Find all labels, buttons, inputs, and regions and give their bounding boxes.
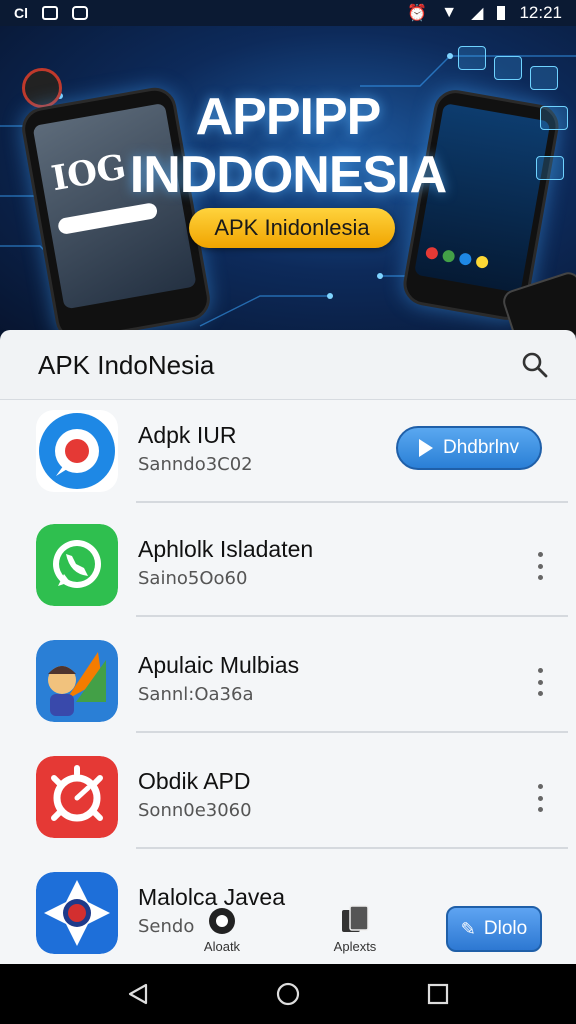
system-navigation-bar bbox=[0, 964, 576, 1024]
app-name: Apulaic Mulbias bbox=[138, 652, 300, 678]
compass-icon bbox=[209, 908, 235, 934]
download-button[interactable]: Dhdbrlnv bbox=[396, 426, 542, 470]
divider bbox=[136, 615, 568, 617]
notification-icon: Cl bbox=[14, 5, 28, 21]
app-tile-icon bbox=[494, 56, 522, 80]
bottom-nav-label: Aplexts bbox=[333, 939, 377, 954]
bottom-nav-label: Aloatk bbox=[203, 939, 241, 954]
app-header: APK IndoNesia bbox=[0, 330, 576, 400]
list-item[interactable]: Apulaic Mulbias Sannl:Oa36a bbox=[0, 630, 576, 733]
status-bar: Cl ⏰ ▼ ◢ 12:21 bbox=[0, 0, 576, 26]
search-icon[interactable] bbox=[520, 350, 550, 380]
more-options-icon[interactable] bbox=[534, 668, 546, 696]
app-list: Adpk IUR Sanndo3C02 Dhdbrlnv Aphlolk Isl… bbox=[0, 400, 576, 964]
list-item[interactable]: Obdik APD Sonn0e3060 bbox=[0, 746, 576, 849]
gear-target-icon bbox=[36, 756, 118, 838]
app-name: Aphlolk Isladaten bbox=[138, 536, 314, 562]
app-tile-icon bbox=[530, 66, 558, 90]
star-lens-icon bbox=[36, 872, 118, 954]
play-icon bbox=[418, 439, 433, 457]
list-item[interactable]: Aphlolk Isladaten Saino5Oo60 bbox=[0, 514, 576, 617]
signal-icon: ◢ bbox=[471, 5, 484, 22]
download-button-label: Dhdbrlnv bbox=[442, 437, 520, 458]
more-options-icon[interactable] bbox=[534, 784, 546, 812]
back-icon[interactable] bbox=[126, 982, 150, 1006]
camera-notification-icon bbox=[72, 6, 88, 20]
banner-title-line1: APPIPP bbox=[195, 88, 382, 146]
app-subtitle: Sanndo3C02 bbox=[138, 454, 253, 475]
pen-icon: ✎ bbox=[460, 918, 476, 939]
avatar-arrow-icon bbox=[36, 640, 118, 722]
browser-compass-icon bbox=[36, 410, 118, 492]
status-time: 12:21 bbox=[519, 3, 562, 22]
app-subtitle: Sonn0e3060 bbox=[138, 800, 252, 821]
phone-chat-icon bbox=[36, 524, 118, 606]
home-icon[interactable] bbox=[276, 982, 300, 1006]
app-subtitle: Saino5Oo60 bbox=[138, 568, 248, 589]
app-tile-icon bbox=[458, 46, 486, 70]
app-subtitle: Sannl:Oa36a bbox=[138, 684, 254, 705]
files-icon bbox=[342, 905, 369, 932]
page-title: APK IndoNesia bbox=[38, 350, 215, 380]
alarm-icon: ⏰ bbox=[407, 5, 428, 22]
app-subtitle: Sendo bbox=[138, 916, 195, 937]
app-name: Adpk IUR bbox=[138, 422, 237, 448]
action-fab-button[interactable]: ✎ Dlolo bbox=[446, 906, 542, 952]
bottom-nav-item-aplexts[interactable]: Aplexts bbox=[330, 904, 380, 954]
fab-label: Dlolo bbox=[483, 918, 528, 939]
list-item[interactable]: Adpk IUR Sanndo3C02 Dhdbrlnv bbox=[0, 400, 576, 503]
divider bbox=[136, 501, 568, 503]
recents-icon[interactable] bbox=[426, 982, 450, 1006]
banner-pill[interactable]: APK Inidonlesia bbox=[189, 208, 395, 248]
divider bbox=[136, 731, 568, 733]
app-name: Obdik APD bbox=[138, 768, 251, 794]
more-options-icon[interactable] bbox=[534, 552, 546, 580]
wifi-icon: ▼ bbox=[441, 4, 458, 21]
banner-title-line2: INDDONESIA bbox=[129, 146, 447, 204]
banner-title: APPIPP INDDONESIA bbox=[0, 88, 576, 204]
image-notification-icon bbox=[42, 6, 58, 20]
divider bbox=[136, 847, 568, 849]
battery-icon bbox=[497, 6, 506, 20]
hero-banner: IOG APPIPP INDDONESIA APK Inidonlesia bbox=[0, 26, 576, 340]
bottom-nav-item-aloatk[interactable]: Aloatk bbox=[200, 906, 244, 954]
